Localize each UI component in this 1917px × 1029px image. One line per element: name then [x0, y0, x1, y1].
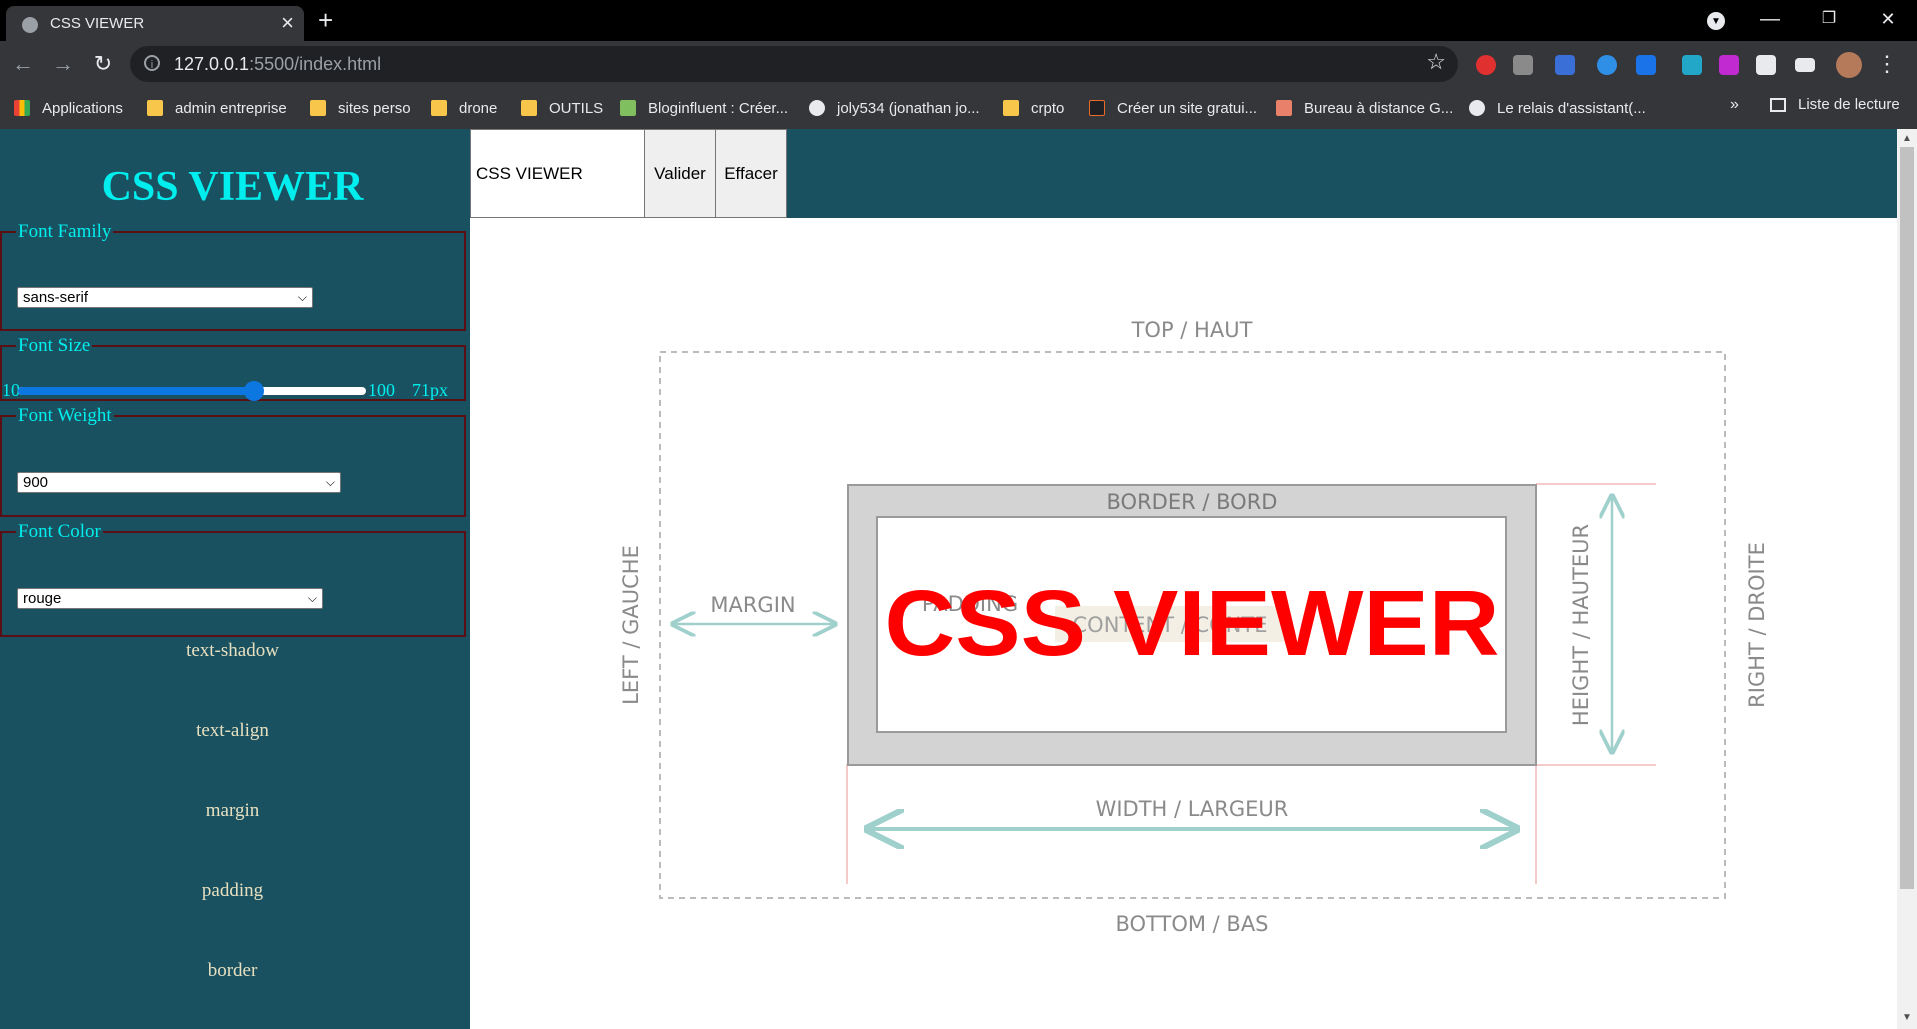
pen-extension-icon[interactable]: [1682, 55, 1702, 75]
folder-icon: [310, 100, 326, 116]
folder-icon: [521, 100, 537, 116]
font-family-group: Font Family sans-serif ⌵: [0, 221, 466, 331]
profile-avatar[interactable]: [1836, 52, 1862, 78]
box-model-diagram: TOP / HAUT BOTTOM / BAS LEFT / GAUCHE RI…: [619, 318, 1769, 936]
bookmark-sites-perso[interactable]: sites perso: [310, 96, 411, 120]
font-size-value: 71px: [412, 380, 448, 400]
browser-toolbar: ← → ↻ i 127.0.0.1:5500/index.html ☆ ⋮: [0, 41, 1917, 87]
font-size-group: Font Size 10 100 71px: [0, 335, 466, 401]
browser-tab-bar: CSS VIEWER × + ▼ — ❐ ✕: [0, 0, 1917, 41]
reload-icon[interactable]: ↻: [88, 49, 118, 79]
sidebar-link-text-shadow[interactable]: text-shadow: [0, 640, 465, 662]
close-window-button[interactable]: ✕: [1863, 4, 1913, 34]
font-size-slider-fill: [18, 387, 254, 395]
tab-favicon-icon: [22, 17, 38, 33]
bookmark-star-icon[interactable]: ☆: [1426, 49, 1446, 75]
font-size-max-label: 100: [368, 380, 395, 400]
top-bar: CSS VIEWER Valider Effacer: [470, 129, 1897, 218]
font-size-legend: Font Size: [18, 335, 91, 356]
check-extension-icon[interactable]: [1597, 55, 1617, 75]
tab-search-dropdown-icon[interactable]: ▼: [1707, 12, 1725, 30]
font-family-select[interactable]: sans-serif ⌵: [17, 287, 313, 308]
sidebar-link-margin[interactable]: margin: [0, 800, 465, 822]
site-builder-icon: [1089, 100, 1105, 116]
reading-list-icon: [1770, 97, 1786, 112]
folder-icon: [1003, 100, 1019, 116]
folder-icon: [431, 100, 447, 116]
preview-text: CSS VIEWER: [885, 571, 1500, 675]
apps-grid-icon: [14, 100, 30, 116]
font-size-slider-thumb[interactable]: [243, 381, 264, 401]
bookmark-admin-entreprise[interactable]: admin entreprise: [147, 96, 287, 120]
bookmark-outils[interactable]: OUTILS: [521, 96, 603, 120]
font-weight-group: Font Weight 900 ⌵: [0, 405, 466, 517]
restore-button[interactable]: ❐: [1804, 4, 1854, 34]
tab-close-icon[interactable]: ×: [281, 11, 294, 35]
font-family-legend: Font Family: [18, 221, 112, 242]
chevron-down-icon: ⌵: [307, 591, 317, 605]
font-size-slider[interactable]: [18, 381, 366, 401]
font-color-select[interactable]: rouge ⌵: [17, 588, 323, 609]
width-label: WIDTH / LARGEUR: [1096, 797, 1289, 821]
menu-kebab-icon[interactable]: ⋮: [1872, 49, 1902, 79]
bookmarks-overflow-chevron-icon[interactable]: »: [1730, 96, 1739, 114]
tab-title: CSS VIEWER: [50, 15, 145, 32]
back-arrow-icon[interactable]: ←: [8, 49, 38, 79]
site-info-icon[interactable]: i: [144, 55, 160, 71]
bookmark-applications[interactable]: Applications: [14, 96, 123, 120]
extension-icon[interactable]: [1513, 55, 1533, 75]
browser-tab[interactable]: CSS VIEWER ×: [6, 6, 304, 41]
bottom-label: BOTTOM / BAS: [1115, 912, 1268, 936]
font-weight-select[interactable]: 900 ⌵: [17, 472, 341, 493]
clear-button[interactable]: Effacer: [715, 129, 787, 218]
github-icon: [809, 100, 825, 116]
bookmark-creer-site[interactable]: Créer un site gratui...: [1089, 96, 1257, 120]
bookmark-relais-assistant[interactable]: Le relais d'assistant(...: [1469, 96, 1646, 120]
forward-arrow-icon[interactable]: →: [48, 49, 78, 79]
adblock-extension-icon[interactable]: [1476, 55, 1496, 75]
sidebar-link-text-align[interactable]: text-align: [0, 720, 465, 742]
url-text[interactable]: 127.0.0.1:5500/index.html: [174, 54, 381, 75]
preview-text-input[interactable]: CSS VIEWER: [470, 129, 645, 218]
margin-label: MARGIN: [710, 593, 795, 617]
font-color-group: Font Color rouge ⌵: [0, 521, 466, 637]
puzzle-extensions-icon[interactable]: [1756, 55, 1776, 75]
scroll-up-arrow-icon[interactable]: ▲: [1902, 133, 1912, 144]
bookmark-crpto[interactable]: crpto: [1003, 96, 1064, 120]
height-label: HEIGHT / HAUTEUR: [1569, 524, 1593, 726]
font-weight-legend: Font Weight: [18, 405, 112, 426]
bookmark-bureau-distance[interactable]: Bureau à distance G...: [1276, 96, 1453, 120]
globe-icon: [1469, 100, 1485, 116]
bookmark-bloginfluent[interactable]: Bloginfluent : Créer...: [620, 96, 788, 120]
scroll-down-arrow-icon[interactable]: ▼: [1902, 1012, 1912, 1023]
new-badge-extension-icon[interactable]: [1636, 55, 1656, 75]
minimize-button[interactable]: —: [1745, 4, 1795, 34]
font-color-legend: Font Color: [18, 521, 101, 542]
chevron-down-icon: ⌵: [297, 290, 307, 304]
media-control-icon[interactable]: [1795, 58, 1815, 72]
chevron-down-icon: ⌵: [325, 475, 335, 489]
bloginfluent-icon: [620, 100, 636, 116]
bookmark-github[interactable]: joly534 (jonathan jo...: [809, 96, 980, 120]
remote-desktop-icon: [1276, 100, 1292, 116]
top-label: TOP / HAUT: [1131, 318, 1253, 342]
page-scrollbar[interactable]: ▲ ▼: [1897, 129, 1917, 1029]
folder-icon: [147, 100, 163, 116]
left-label: LEFT / GAUCHE: [619, 545, 643, 705]
new-tab-plus-icon[interactable]: +: [318, 5, 333, 35]
bookmarks-bar: Applications admin entreprise sites pers…: [0, 87, 1917, 130]
reading-list-button[interactable]: Liste de lecture: [1770, 96, 1900, 113]
scrollbar-thumb[interactable]: [1900, 147, 1914, 889]
sidebar: CSS VIEWER Font Family sans-serif ⌵ Font …: [0, 129, 470, 1029]
calendar-extension-icon[interactable]: [1555, 55, 1575, 75]
timer-extension-icon[interactable]: [1719, 55, 1739, 75]
sidebar-link-padding[interactable]: padding: [0, 880, 465, 902]
border-label: BORDER / BORD: [1107, 490, 1278, 514]
sidebar-link-border[interactable]: border: [0, 960, 465, 982]
validate-button[interactable]: Valider: [644, 129, 716, 218]
bookmark-drone[interactable]: drone: [431, 96, 497, 120]
address-bar[interactable]: i 127.0.0.1:5500/index.html ☆: [130, 46, 1458, 82]
right-label: RIGHT / DROITE: [1745, 542, 1769, 708]
app-title: CSS VIEWER: [101, 164, 364, 210]
